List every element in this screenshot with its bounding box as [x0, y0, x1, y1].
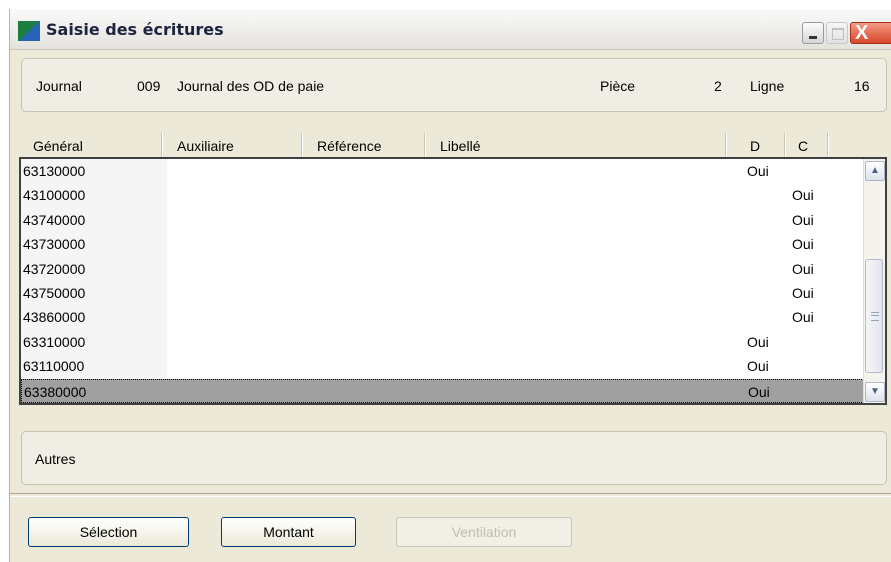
column-divider[interactable]: [301, 133, 303, 159]
table-row[interactable]: 43860000 Oui: [21, 305, 864, 329]
cell-general: 63110000: [23, 358, 85, 374]
close-icon[interactable]: X: [850, 22, 891, 44]
column-divider[interactable]: [161, 133, 163, 159]
cell-general: 43100000: [23, 187, 86, 203]
minimize-icon[interactable]: [802, 22, 824, 44]
column-divider[interactable]: [424, 133, 426, 159]
journal-label: Journal: [36, 78, 82, 94]
column-divider[interactable]: [827, 133, 829, 159]
cell-credit: Oui: [792, 261, 814, 277]
cell-general: 43750000: [23, 285, 86, 301]
journal-name: Journal des OD de paie: [177, 78, 325, 94]
selection-button[interactable]: Sélection: [28, 517, 189, 547]
table-row[interactable]: 63130000 Oui: [21, 159, 864, 183]
cell-general: 43740000: [23, 212, 86, 228]
cell-general: 43730000: [23, 236, 86, 252]
journal-code: 009: [137, 78, 161, 94]
ligne-value: 16: [854, 78, 870, 94]
maximize-icon[interactable]: [826, 22, 848, 44]
title-bar[interactable]: Saisie des écritures X: [10, 9, 891, 50]
table-row[interactable]: 43740000 Oui: [21, 208, 864, 232]
cell-general: 43720000: [23, 261, 86, 277]
column-header-reference[interactable]: Référence: [317, 138, 382, 154]
vertical-scrollbar[interactable]: ▲ ▼: [863, 159, 885, 403]
autres-label: Autres: [35, 451, 76, 467]
column-header-d[interactable]: D: [750, 138, 760, 154]
piece-label: Pièce: [600, 78, 636, 94]
scroll-thumb[interactable]: [865, 259, 883, 373]
cell-credit: Oui: [792, 187, 814, 203]
scroll-up-icon[interactable]: ▲: [865, 161, 885, 181]
column-header-auxiliaire[interactable]: Auxiliaire: [177, 138, 234, 154]
cell-credit: Oui: [792, 212, 814, 228]
column-header-general[interactable]: Général: [33, 138, 83, 154]
cell-debit: Oui: [747, 358, 769, 374]
table-row[interactable]: 43100000 Oui: [21, 183, 864, 207]
app-icon: [18, 21, 40, 41]
column-divider[interactable]: [725, 133, 727, 159]
cell-credit: Oui: [792, 236, 814, 252]
montant-button[interactable]: Montant: [221, 517, 356, 547]
column-header-c[interactable]: C: [798, 138, 808, 154]
autres-panel: Autres: [21, 431, 887, 485]
window-title: Saisie des écritures: [46, 20, 224, 39]
grid-column-headers: Général Auxiliaire Référence Libellé D C: [19, 121, 891, 159]
cell-general: 43860000: [23, 309, 86, 325]
divider: [10, 493, 891, 497]
cell-general: 63130000: [23, 163, 86, 179]
cell-credit: Oui: [792, 309, 814, 325]
cell-debit: Oui: [748, 384, 770, 400]
cell-general: 63310000: [23, 334, 86, 350]
cell-debit: Oui: [747, 163, 769, 179]
cell-general: 63380000: [24, 384, 87, 400]
table-row[interactable]: 43750000 Oui: [21, 281, 864, 305]
table-row[interactable]: 63110000 Oui: [21, 354, 864, 378]
entries-grid[interactable]: 63130000 Oui 43100000 Oui 43740000 Oui 4373000…: [19, 157, 887, 405]
cell-credit: Oui: [792, 285, 814, 301]
grip-icon: [871, 312, 879, 321]
column-divider[interactable]: [784, 133, 786, 159]
ligne-label: Ligne: [750, 78, 785, 94]
scroll-down-icon[interactable]: ▼: [865, 382, 885, 402]
column-header-libelle[interactable]: Libellé: [440, 138, 480, 154]
piece-value: 2: [714, 78, 722, 94]
table-row[interactable]: 43730000 Oui: [21, 232, 864, 256]
table-row[interactable]: 63310000 Oui: [21, 330, 864, 354]
ventilation-button[interactable]: Ventilation: [396, 517, 572, 547]
cell-debit: Oui: [747, 334, 769, 350]
table-row[interactable]: 43720000 Oui: [21, 257, 864, 281]
table-row[interactable]: 63380000 Oui: [21, 379, 864, 403]
window: Saisie des écritures X Journal 009 Journ…: [9, 9, 891, 562]
journal-header-panel: Journal 009 Journal des OD de paie Pièce…: [21, 58, 887, 112]
